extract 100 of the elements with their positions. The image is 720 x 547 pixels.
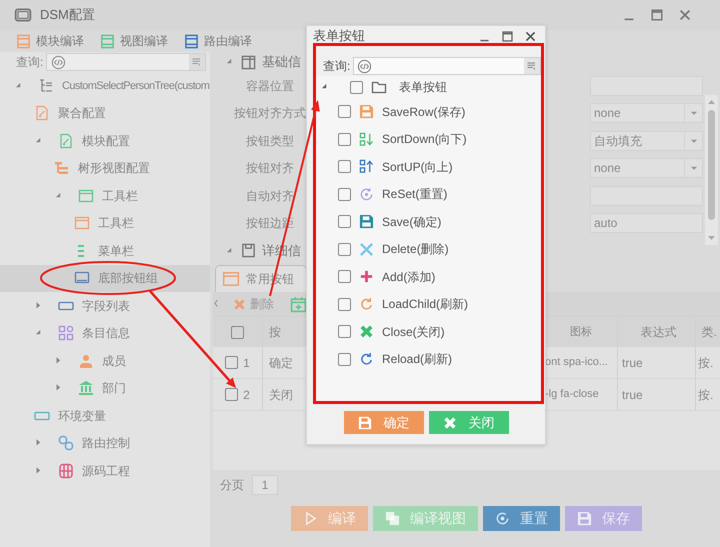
compile-button[interactable]: 编译 — [291, 506, 368, 531]
pager-label: 分页 — [220, 477, 244, 494]
tree-item[interactable]: SortDown(向下) — [314, 126, 540, 153]
property-label: 自动对齐 — [245, 188, 295, 205]
toolbar-button[interactable]: 视图编译 — [96, 32, 172, 50]
tree-item[interactable]: 树形视图配置 — [0, 154, 210, 182]
table-cell: true — [617, 347, 695, 378]
tree-item[interactable]: SortUP(向上) — [314, 153, 540, 180]
code-icon — [357, 58, 372, 74]
tree-item[interactable]: LoadChild(刷新) — [314, 290, 540, 318]
property-label: 按钮对齐 — [245, 160, 295, 178]
table-cell: 按. — [695, 347, 720, 378]
layout-icon — [241, 54, 256, 70]
window-title: DSM配置 — [40, 6, 95, 24]
maximize-icon[interactable] — [501, 30, 514, 42]
checkbox[interactable] — [338, 105, 351, 118]
tree-item[interactable]: 部门 — [0, 374, 210, 402]
section-title: 基础信 — [262, 53, 301, 72]
table-cell: true — [617, 379, 695, 410]
tree-item[interactable]: Close(关闭) — [314, 318, 540, 346]
tree-item[interactable]: 字段列表 — [0, 292, 210, 320]
checkbox[interactable] — [225, 356, 238, 369]
row-number: 1 — [243, 354, 250, 372]
dialog-title: 表单按钮 — [313, 27, 365, 46]
property-label: 容器位置 — [245, 78, 295, 95]
folder-icon — [371, 79, 387, 95]
floppy-icon — [577, 511, 592, 526]
maximize-icon[interactable] — [650, 8, 664, 22]
tree-item[interactable]: 工具栏 — [0, 210, 210, 237]
tree-item[interactable]: 路由控制 — [0, 430, 210, 457]
cross-icon — [442, 416, 456, 430]
row-number: 2 — [243, 386, 250, 404]
search-label: 查询: — [16, 54, 44, 71]
tree-item[interactable]: CustomSelectPersonTree(custom — [0, 72, 210, 100]
calendar-plus-icon — [290, 296, 307, 312]
close-button[interactable]: 关闭 — [428, 411, 508, 434]
search-label: 查询: — [323, 58, 350, 75]
tree-item[interactable]: 源码工程 — [0, 457, 210, 484]
confirm-button[interactable]: 确定 — [344, 411, 424, 434]
checkbox[interactable] — [225, 388, 238, 401]
column-header: 类. — [695, 317, 720, 347]
delete-button[interactable]: 删除 — [227, 295, 280, 313]
reset-button[interactable]: 重置 — [483, 506, 560, 531]
text-field[interactable]: auto — [590, 213, 703, 234]
save-button[interactable]: 保存 — [565, 506, 642, 531]
checkbox[interactable] — [338, 298, 351, 311]
close-icon[interactable] — [678, 8, 692, 22]
checkbox[interactable] — [350, 80, 363, 94]
tree-item[interactable]: Delete(删除) — [314, 236, 540, 263]
dropdown[interactable]: none — [590, 103, 703, 124]
close-icon[interactable] — [524, 30, 537, 42]
checkbox[interactable] — [338, 160, 351, 174]
list-button[interactable] — [524, 58, 540, 74]
dropdown[interactable]: none — [590, 158, 703, 178]
tree-item[interactable]: 聚合配置 — [0, 100, 210, 127]
checkbox[interactable] — [338, 215, 351, 228]
search-field[interactable] — [46, 53, 206, 71]
tree-item[interactable]: 条目信息 — [0, 320, 210, 347]
toolbar-button[interactable]: 路由编译 — [180, 32, 256, 50]
column-header: 表达式 — [617, 317, 695, 347]
tree-item[interactable]: Reload(刷新) — [314, 346, 540, 373]
code-icon — [51, 54, 66, 70]
window-icon — [222, 270, 240, 288]
table-cell: 按. — [695, 379, 720, 410]
tree-item[interactable]: 菜单栏 — [0, 237, 210, 264]
tree-item[interactable]: 模块配置 — [0, 127, 210, 154]
cross-icon — [233, 298, 246, 310]
window-icon — [14, 6, 32, 24]
checkbox[interactable] — [338, 188, 351, 201]
copy-icon — [385, 511, 400, 526]
checkbox[interactable] — [338, 352, 351, 366]
table-cell-text: -lg fa-close — [545, 387, 600, 402]
tree-item[interactable]: 底部按钮组 — [0, 264, 210, 292]
tree-item[interactable]: 工具栏 — [0, 182, 210, 210]
checkbox[interactable] — [338, 242, 351, 256]
scrollbar[interactable] — [705, 95, 718, 245]
floppy-icon — [358, 416, 372, 430]
tree-item[interactable]: 成员 — [0, 347, 210, 374]
checkbox[interactable] — [338, 132, 351, 146]
checkbox[interactable] — [338, 325, 351, 338]
property-label: 按钮类型 — [245, 132, 295, 150]
tree-item[interactable]: 表单按钮 — [314, 76, 540, 98]
reset-icon — [495, 511, 510, 526]
property-label: 按钮对齐方式 — [233, 105, 307, 122]
tree-item[interactable]: 环境变量 — [0, 402, 210, 430]
checkbox[interactable] — [231, 326, 244, 338]
tree-item[interactable]: Save(确定) — [314, 208, 540, 236]
search-field[interactable] — [353, 57, 542, 75]
play-icon — [303, 511, 318, 526]
column-header: 图标 — [569, 324, 593, 340]
tree-item[interactable]: SaveRow(保存) — [314, 98, 540, 126]
lines-icon — [191, 56, 203, 68]
list-button[interactable] — [189, 54, 205, 70]
checkbox[interactable] — [338, 270, 351, 284]
table-cell-text: ont spa-ico... — [545, 355, 609, 370]
tree-item[interactable]: ReSet(重置) — [314, 180, 540, 208]
toolbar-button[interactable]: 模块编译 — [12, 32, 88, 50]
page-field[interactable]: 1 — [252, 475, 278, 495]
dropdown[interactable]: 自动填充 — [590, 130, 703, 151]
tree-item[interactable]: Add(添加) — [314, 263, 540, 290]
